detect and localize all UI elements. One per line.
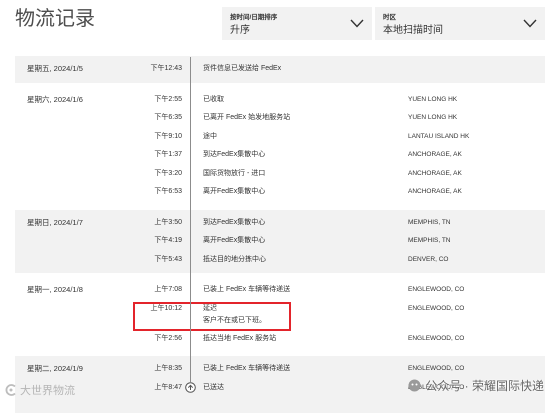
event-description: 离开FedEx集散中心 bbox=[203, 237, 266, 244]
event-row: 下午2:56 抵达当地 FedEx 服务站 ENGLEWOOD, CO bbox=[15, 330, 545, 349]
wechat-icon bbox=[408, 379, 421, 392]
event-location: LANTAU ISLAND HK bbox=[408, 132, 470, 140]
event-time: 下午9:10 bbox=[154, 132, 182, 140]
event-time: 下午3:20 bbox=[154, 169, 182, 177]
event-description: 已装上 FedEx 车辆等待递送 bbox=[203, 365, 291, 372]
timeline-line bbox=[189, 57, 191, 382]
watermark-right-text: 公众号 · 荣耀国际快递 bbox=[425, 379, 544, 393]
event-time: 上午10:12 bbox=[150, 304, 182, 312]
chevron-down-icon bbox=[350, 19, 364, 28]
event-time: 下午6:53 bbox=[154, 188, 182, 195]
event-time: 下午5:43 bbox=[154, 255, 182, 263]
event-time: 下午6:35 bbox=[154, 114, 182, 121]
event-description: 国际货物放行 - 进口 bbox=[203, 169, 266, 177]
watermark-left-text: 大世界物流 bbox=[20, 385, 75, 397]
event-row: 下午6:53 离开FedEx集散中心 ANCHORAGE, AK bbox=[15, 183, 545, 202]
event-row: 下午3:20 国际货物放行 - 进口 ANCHORAGE, AK bbox=[15, 165, 545, 184]
event-row: 上午10:12 延迟 客户不在或已下班。 ENGLEWOOD, CO bbox=[15, 300, 545, 331]
event-description: 货件信息已发送给 FedEx bbox=[203, 65, 282, 72]
event-row: 上午3:50 到达FedEx集散中心 MEMPHIS, TN bbox=[15, 214, 545, 233]
event-time: 上午3:50 bbox=[154, 218, 182, 226]
timezone-value: 本地扫描时间 bbox=[383, 25, 443, 36]
event-description: 抵达目的地分拣中心 bbox=[203, 255, 266, 263]
logo-icon bbox=[5, 384, 16, 396]
event-location: ENGLEWOOD, CO bbox=[408, 304, 465, 312]
event-time: 下午2:55 bbox=[154, 95, 182, 103]
timezone-dropdown[interactable]: 时区 本地扫描时间 bbox=[375, 7, 545, 40]
event-location: MEMPHIS, TN bbox=[408, 237, 451, 244]
event-row: 下午2:55 已收取 YUEN LONG HK bbox=[15, 91, 545, 110]
timezone-label: 时区 bbox=[383, 14, 396, 21]
event-location: ENGLEWOOD, CO bbox=[408, 286, 465, 293]
page-title: 物流记录 bbox=[15, 8, 95, 30]
event-row: 下午9:10 途中 LANTAU ISLAND HK bbox=[15, 128, 545, 147]
sort-order-dropdown[interactable]: 按时间/日期排序 升序 bbox=[222, 7, 372, 40]
event-row: 上午7:08 已装上 FedEx 车辆等待递送 ENGLEWOOD, CO bbox=[15, 281, 545, 300]
event-time: 下午12:43 bbox=[150, 65, 182, 72]
event-description: 到达FedEx集散中心 bbox=[203, 151, 266, 158]
event-time: 上午8:35 bbox=[154, 365, 182, 372]
event-description: 已装上 FedEx 车辆等待递送 bbox=[203, 286, 291, 293]
event-description: 已收取 bbox=[203, 95, 224, 103]
event-location: MEMPHIS, TN bbox=[408, 218, 451, 226]
event-location: DENVER, CO bbox=[408, 255, 449, 263]
delivered-icon bbox=[184, 382, 196, 394]
event-time: 上午8:47 bbox=[154, 383, 182, 391]
event-location: ANCHORAGE, AK bbox=[408, 188, 462, 195]
event-row: 下午4:19 离开FedEx集散中心 MEMPHIS, TN bbox=[15, 232, 545, 251]
event-row: 上午8:35 已装上 FedEx 车辆等待递送 ENGLEWOOD, CO bbox=[15, 360, 545, 379]
event-location: ANCHORAGE, AK bbox=[408, 151, 462, 158]
date-group: 星期日, 2024/1/7 上午3:50 到达FedEx集散中心 MEMPHIS, T… bbox=[15, 209, 545, 273]
event-location: YUEN LONG HK bbox=[408, 95, 458, 103]
event-row: 下午1:37 到达FedEx集散中心 ANCHORAGE, AK bbox=[15, 146, 545, 165]
event-note: 客户不在或已下班。 bbox=[203, 316, 266, 324]
event-time: 下午1:37 bbox=[154, 151, 182, 158]
event-description: 抵达当地 FedEx 服务站 bbox=[203, 334, 277, 342]
event-time: 上午7:08 bbox=[154, 286, 182, 293]
event-location: YUEN LONG HK bbox=[408, 114, 458, 121]
tracking-history-list: 星期五, 2024/1/5 下午12:43 货件信息已发送给 FedEx 星期六, 2… bbox=[15, 56, 545, 413]
date-group: 星期一, 2024/1/8 上午7:08 已装上 FedEx 车辆等待递送 ENGLE… bbox=[15, 277, 545, 352]
watermark-left: 大世界物流 bbox=[4, 382, 75, 398]
event-location: ANCHORAGE, AK bbox=[408, 169, 462, 177]
event-time: 下午4:19 bbox=[154, 237, 182, 244]
event-row: 下午12:43 货件信息已发送给 FedEx bbox=[15, 60, 545, 79]
event-description: 已送达 bbox=[203, 383, 224, 391]
event-location: ENGLEWOOD, CO bbox=[408, 334, 465, 342]
event-description: 离开FedEx集散中心 bbox=[203, 188, 266, 195]
event-description: 途中 bbox=[203, 132, 217, 140]
event-location: ENGLEWOOD, CO bbox=[408, 365, 465, 372]
watermark-right: 公众号 · 荣耀国际快递 bbox=[408, 377, 544, 394]
event-row: 下午5:43 抵达目的地分拣中心 DENVER, CO bbox=[15, 251, 545, 270]
event-row: 下午6:35 已离开 FedEx 始发地服务站 YUEN LONG HK bbox=[15, 109, 545, 128]
event-description: 到达FedEx集散中心 bbox=[203, 218, 266, 226]
event-description: 已离开 FedEx 始发地服务站 bbox=[203, 114, 291, 121]
chevron-down-icon bbox=[523, 19, 537, 28]
date-group: 星期六, 2024/1/6 下午2:55 已收取 YUEN LONG HK 下午6:35… bbox=[15, 87, 545, 206]
event-time: 下午2:56 bbox=[154, 334, 182, 342]
date-group: 星期五, 2024/1/5 下午12:43 货件信息已发送给 FedEx bbox=[15, 56, 545, 83]
